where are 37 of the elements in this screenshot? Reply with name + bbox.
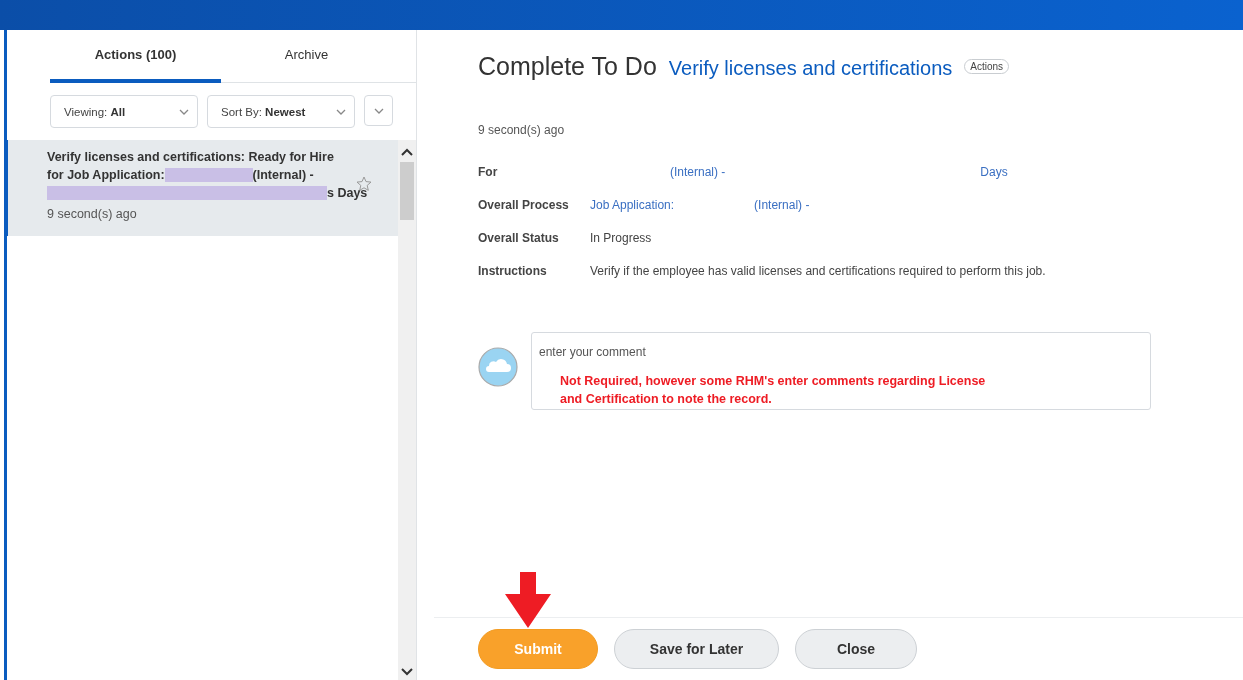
field-link[interactable]: (Internal) - (670, 165, 726, 179)
avatar-icon (478, 347, 518, 387)
item-text: (Internal) - (252, 168, 314, 182)
inbox-item[interactable]: Verify licenses and certifications: Ready for Hire for Job Application: (Internal) - s Days 9 second(s) ago (4, 140, 398, 236)
item-text: Verify licenses and certifications: Ready for Hire (47, 150, 334, 164)
page-title: Complete To Do (478, 52, 657, 81)
annotation-note: Not Required, however some RHM's enter comments regarding License and Certification to note the record. (560, 373, 987, 408)
scroll-thumb[interactable] (400, 162, 414, 220)
field-label: Overall Process (478, 198, 570, 212)
expand-button[interactable] (364, 95, 393, 126)
item-text: s Days (327, 186, 368, 200)
filter-dropdown[interactable]: Sort By: Newest (207, 95, 355, 128)
scrollbar[interactable] (398, 140, 416, 680)
item-text: for Job Application: (47, 168, 165, 182)
timestamp: 9 second(s) ago (478, 123, 566, 137)
item-time: 9 second(s) ago (47, 207, 138, 221)
field-link[interactable]: Job Application: (590, 198, 675, 212)
arrow-annotation (505, 572, 551, 628)
field-link[interactable]: Days (980, 165, 1008, 179)
chevron-down-icon (373, 107, 384, 114)
filter-dropdown[interactable]: Viewing: All (50, 95, 198, 128)
tab[interactable]: Archive (221, 30, 392, 83)
chevron-down-icon (179, 108, 189, 115)
actions-button[interactable]: Actions (964, 59, 1010, 74)
subject-link[interactable]: Verify licenses and certifications (668, 57, 953, 80)
chevron-down-icon (336, 108, 346, 115)
scroll-up-icon[interactable] (401, 148, 413, 156)
action-button[interactable]: Save for Later (614, 629, 779, 669)
scroll-down-icon[interactable] (401, 668, 413, 676)
action-button[interactable]: Close (795, 629, 917, 669)
field-label: Overall Status (478, 231, 560, 245)
field-link[interactable]: (Internal) - (754, 198, 810, 212)
tab[interactable]: Actions (100) (50, 30, 221, 83)
field-label: For (478, 165, 499, 179)
field-label: Instructions (478, 264, 548, 278)
field-value: In Progress (590, 231, 652, 245)
field-value: Verify if the employee has valid licenses and certifications required to perform this job. (590, 264, 1046, 278)
